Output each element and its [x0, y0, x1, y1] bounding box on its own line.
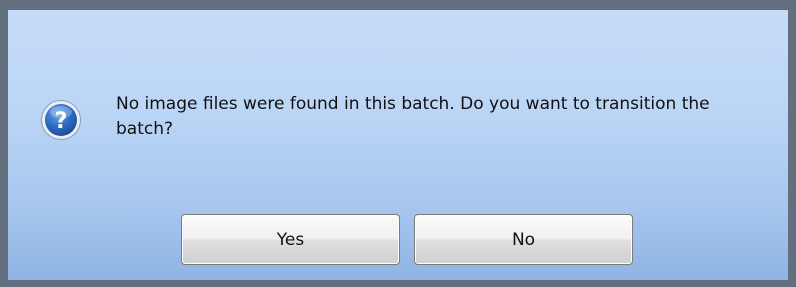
confirmation-dialog: ? No image files were found in this batc… [0, 0, 796, 287]
button-row: Yes No [181, 214, 633, 265]
no-button[interactable]: No [414, 214, 633, 265]
svg-text:?: ? [55, 109, 68, 134]
question-icon: ? [40, 92, 82, 145]
message-row: ? No image files were found in this batc… [40, 92, 772, 145]
dialog-message: No image files were found in this batch.… [116, 94, 710, 139]
yes-button[interactable]: Yes [181, 214, 400, 265]
